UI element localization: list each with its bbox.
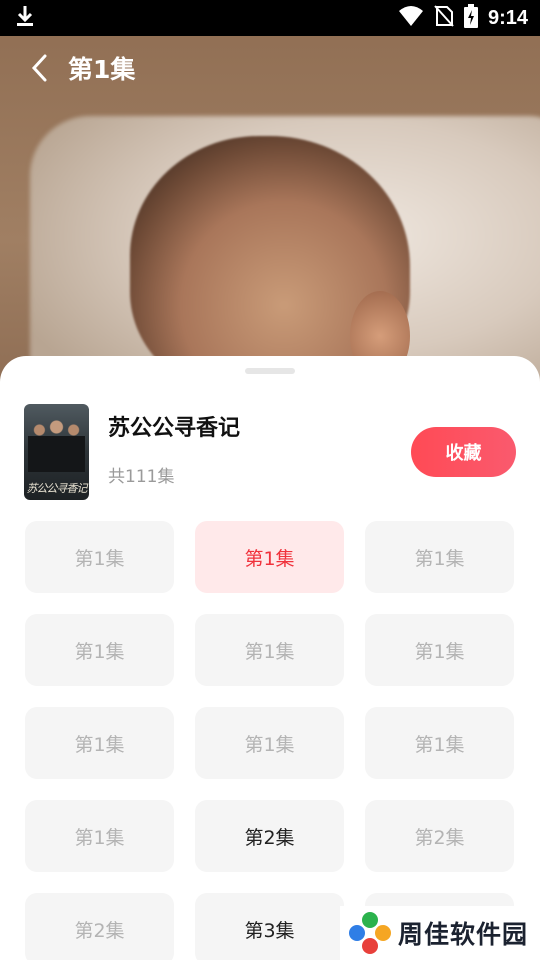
episode-item[interactable]: 第1集 <box>25 800 174 872</box>
page-title: 第1集 <box>68 55 136 84</box>
status-right: 9:14 <box>398 4 528 32</box>
logo-petal <box>362 938 378 954</box>
episode-item[interactable]: 第1集 <box>195 521 344 593</box>
no-sim-icon <box>434 5 454 31</box>
episode-item[interactable]: 第2集 <box>25 893 174 960</box>
logo-petal <box>375 925 391 941</box>
episode-item[interactable]: 第1集 <box>365 614 514 686</box>
episode-sheet: 苏公公寻香记 苏公公寻香记 共111集 收藏 第1集 第1集 第1集 第1集 第1集 第1… <box>0 356 540 960</box>
logo-petal <box>362 912 378 928</box>
watermark-logo-icon <box>349 912 391 954</box>
drama-title: 苏公公寻香记 <box>108 416 241 441</box>
episode-item[interactable]: 第1集 <box>365 521 514 593</box>
logo-petal <box>349 925 365 941</box>
poster-title: 苏公公寻香记 <box>26 482 88 495</box>
favorite-button[interactable]: 收藏 <box>411 427 516 477</box>
battery-charging-icon <box>463 4 478 32</box>
status-bar: 9:14 <box>0 0 540 36</box>
episode-item[interactable]: 第1集 <box>25 521 174 593</box>
poster-artwork <box>28 412 85 472</box>
episode-item[interactable]: 第1集 <box>195 614 344 686</box>
episode-grid: 第1集 第1集 第1集 第1集 第1集 第1集 第1集 第1集 第1集 第1集 第2集 第2集 第2集第… <box>25 521 515 960</box>
watermark-text: 周佳软件园 <box>398 920 529 949</box>
drama-poster: 苏公公寻香记 <box>24 404 89 500</box>
episode-item[interactable]: 第2集 <box>365 800 514 872</box>
top-nav: 第1集 <box>0 36 540 100</box>
back-button[interactable] <box>22 50 58 86</box>
download-icon <box>14 4 36 32</box>
episode-item[interactable]: 第3集 <box>195 893 344 960</box>
episode-count: 共111集 <box>108 467 175 487</box>
sheet-drag-handle[interactable] <box>245 368 295 374</box>
episode-item[interactable]: 第1集 <box>25 707 174 779</box>
wifi-icon <box>398 5 424 31</box>
episode-item[interactable]: 第1集 <box>25 614 174 686</box>
episode-item[interactable]: 第1集 <box>365 707 514 779</box>
screen: 9:14 第1集 苏公公寻香记 苏公公寻香记 共111集 收藏 第1集 第1集 第1… <box>0 0 540 960</box>
episode-item[interactable]: 第2集 <box>195 800 344 872</box>
status-time: 9:14 <box>487 6 528 29</box>
chevron-left-icon <box>31 54 47 82</box>
watermark: 周佳软件园 <box>340 906 540 960</box>
episode-item[interactable]: 第1集 <box>195 707 344 779</box>
